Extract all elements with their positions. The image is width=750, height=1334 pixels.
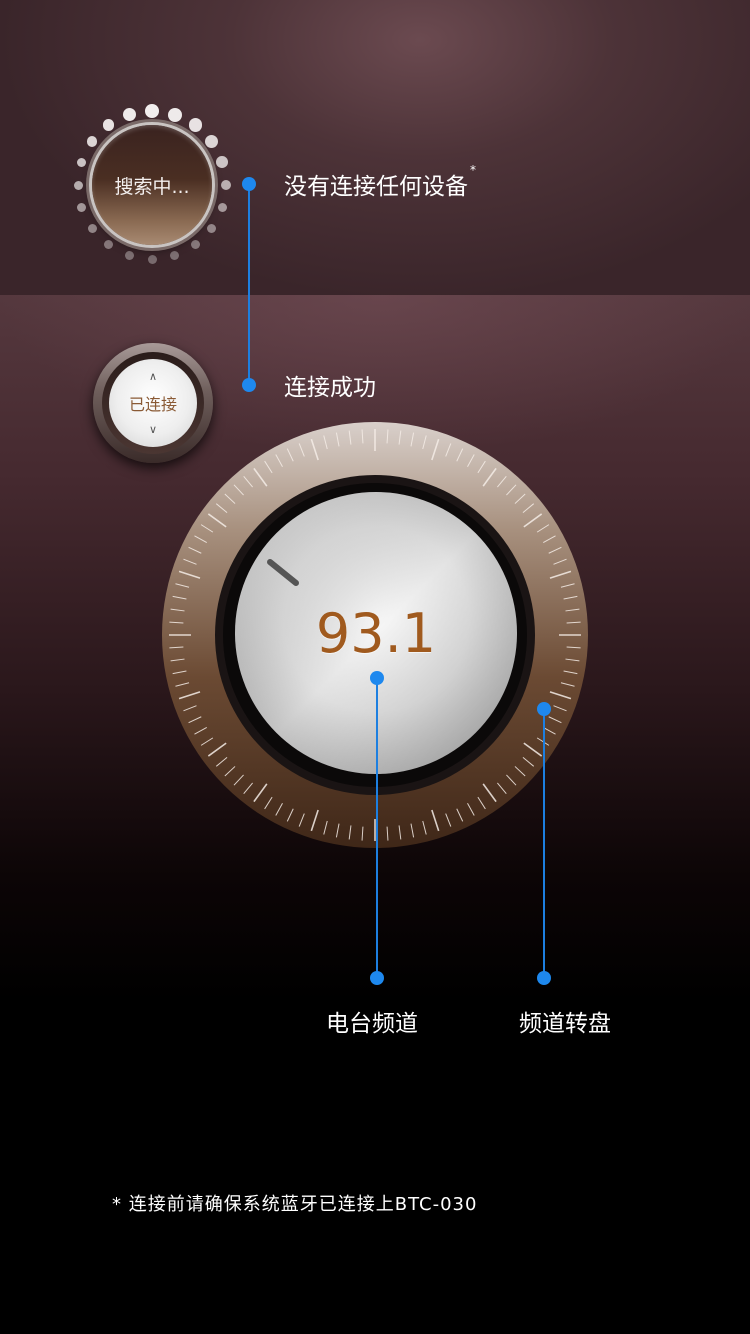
- loading-dot: [217, 203, 227, 213]
- loading-dot: [102, 119, 115, 132]
- no-device-asterisk: *: [470, 163, 476, 177]
- connected-button-label: 已连接: [128, 395, 177, 414]
- loading-dot: [216, 156, 229, 169]
- loading-dot: [170, 250, 180, 260]
- dial-dot-top: [537, 702, 551, 716]
- footnote-asterisk: *: [112, 1194, 122, 1215]
- station-connector-line: [376, 678, 378, 978]
- loading-dot: [86, 136, 98, 147]
- search-button[interactable]: 搜索中...: [92, 125, 212, 245]
- station-label: 电台频道: [326, 1011, 418, 1037]
- connected-label: 连接成功: [284, 375, 376, 401]
- no-device-text: 没有连接任何设备: [284, 174, 468, 200]
- loading-dot: [87, 223, 97, 233]
- footnote-text: 连接前请确保系统蓝牙已连接上BTC-030: [128, 1194, 478, 1215]
- loading-dot: [124, 250, 134, 260]
- chevron-up-icon: ∧: [148, 370, 158, 383]
- loading-dot: [77, 157, 87, 167]
- no-device-label: 没有连接任何设备*: [284, 163, 476, 201]
- loading-dot: [77, 203, 87, 213]
- searching-indicator: 搜索中...: [72, 104, 232, 265]
- search-button-label: 搜索中...: [114, 175, 190, 198]
- dial-label: 频道转盘: [519, 1011, 611, 1037]
- status-dot-connected: [242, 378, 256, 392]
- loading-dot: [190, 240, 200, 250]
- footnote: * 连接前请确保系统蓝牙已连接上BTC-030: [112, 1190, 477, 1216]
- loading-dot: [147, 254, 157, 264]
- station-dot-top: [370, 671, 384, 685]
- loading-dot: [104, 240, 113, 250]
- station-dot-bottom: [370, 971, 384, 985]
- status-connector-line: [248, 183, 250, 386]
- loading-dot: [145, 104, 159, 118]
- status-dot-searching: [242, 177, 256, 191]
- loading-dot: [205, 135, 219, 148]
- dial-connector-line: [543, 709, 545, 978]
- loading-dot: [122, 108, 136, 122]
- loading-dot: [188, 118, 203, 132]
- loading-dot: [207, 223, 217, 233]
- dial-dot-bottom: [537, 971, 551, 985]
- loading-dot: [167, 107, 182, 122]
- frequency-dial[interactable]: [160, 420, 590, 850]
- loading-dot: [220, 179, 232, 191]
- loading-dot: [73, 180, 83, 190]
